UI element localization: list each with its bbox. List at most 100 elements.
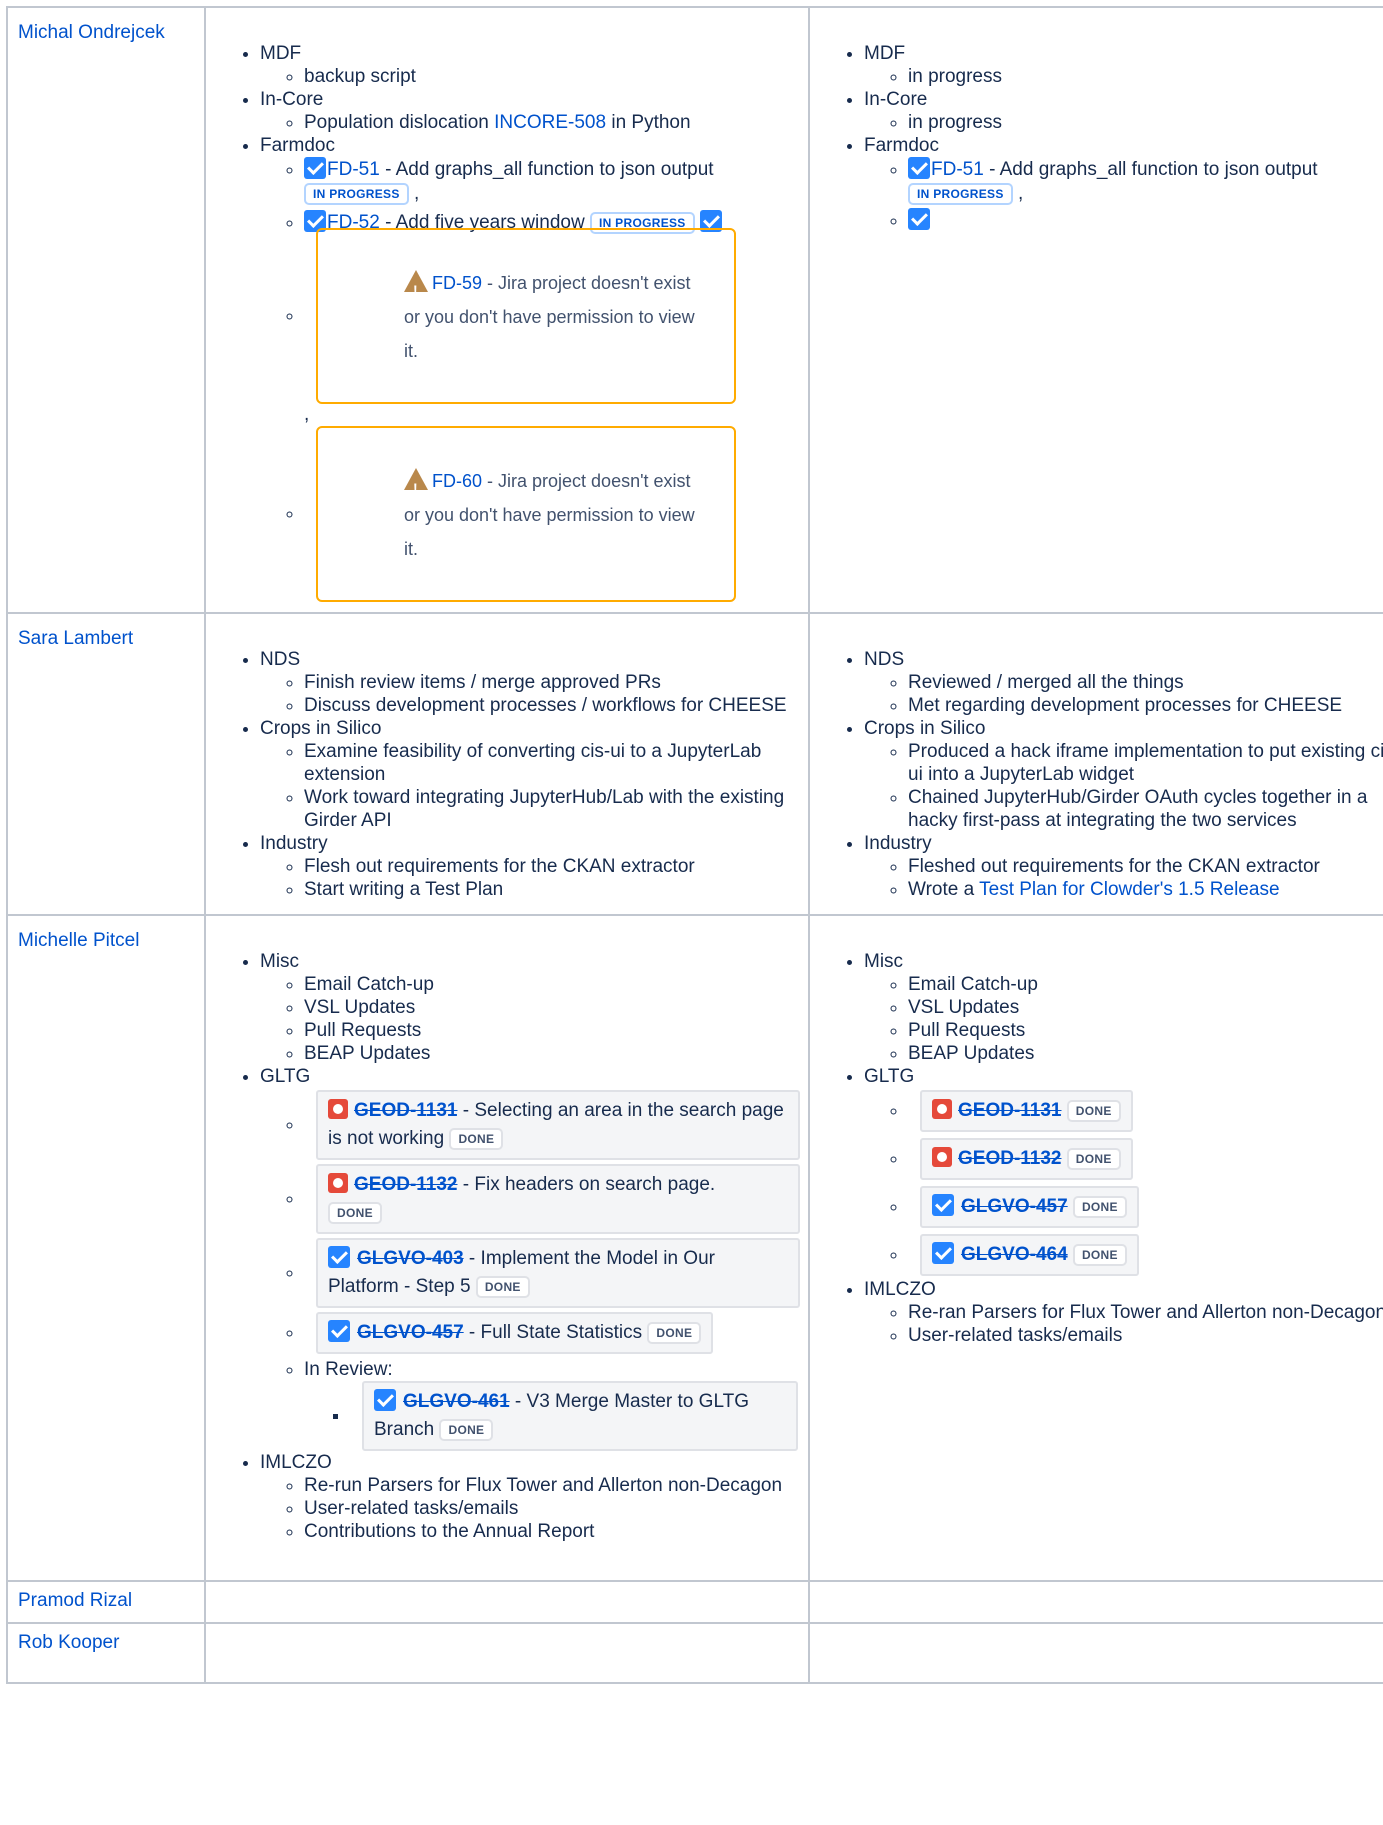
jira-link-glgvo-403[interactable]: GLGVO-403: [357, 1248, 464, 1269]
task-icon: [932, 1242, 954, 1264]
table-row: Rob Kooper: [6, 1622, 1383, 1684]
planned-cell: [204, 1622, 810, 1684]
jira-issue-card: GEOD-1132 - Fix headers on search page. …: [316, 1164, 800, 1234]
list-item: Farmdoc FD-51 - Add graphs_all function …: [260, 134, 808, 602]
list-item: Industry Fleshed out requirements for th…: [864, 832, 1383, 901]
jira-link-fd-59[interactable]: FD-59: [432, 273, 482, 293]
jira-link-geod-1132[interactable]: GEOD-1132: [958, 1148, 1062, 1169]
list-item: FD-59 - Jira project doesn't exist or yo…: [304, 228, 808, 404]
list-item: Pull Requests: [908, 1019, 1383, 1042]
jira-link-geod-1131[interactable]: GEOD-1131: [958, 1100, 1062, 1121]
table-row: Michelle Pitcel Misc Email Catch-up VSL …: [6, 914, 1383, 1582]
jira-link-glgvo-457[interactable]: GLGVO-457: [357, 1322, 464, 1343]
planned-cell: NDS Finish review items / merge approved…: [204, 612, 810, 916]
planned-cell: [204, 1580, 810, 1624]
list-item: Re-run Parsers for Flux Tower and Allert…: [304, 1474, 808, 1497]
status-badge: DONE: [475, 1276, 530, 1298]
jira-error-box: FD-59 - Jira project doesn't exist or yo…: [316, 228, 736, 404]
task-icon: [908, 208, 930, 230]
status-badge: DONE: [647, 1322, 702, 1344]
warning-icon: [404, 468, 428, 505]
list-item: MDF backup script: [260, 42, 808, 88]
jira-link-geod-1131[interactable]: GEOD-1131: [354, 1100, 458, 1121]
list-item: Population dislocation INCORE-508 in Pyt…: [304, 111, 808, 134]
list-item: Crops in Silico Examine feasibility of c…: [260, 717, 808, 832]
list-item: Email Catch-up: [304, 973, 808, 996]
user-link[interactable]: Michal Ondrejcek: [18, 22, 165, 43]
jira-issue-card: GEOD-1132 DONE: [920, 1138, 1133, 1180]
user-link[interactable]: Rob Kooper: [18, 1632, 119, 1653]
name-cell: Pramod Rizal: [6, 1580, 206, 1624]
jira-link-fd-60[interactable]: FD-60: [432, 471, 482, 491]
list-item: GEOD-1131 DONE: [908, 1090, 1383, 1132]
task-icon: [328, 1320, 350, 1342]
list-item: NDS Reviewed / merged all the things Met…: [864, 648, 1383, 717]
list-item: GLGVO-457 DONE: [908, 1186, 1383, 1228]
list-item: Pull Requests: [304, 1019, 808, 1042]
jira-link-glgvo-464[interactable]: GLGVO-464: [961, 1244, 1068, 1265]
status-table: Michal Ondrejcek MDF backup script In-Co…: [6, 6, 1383, 1684]
list-item: BEAP Updates: [908, 1042, 1383, 1065]
jira-link-fd-51[interactable]: FD-51: [327, 159, 380, 180]
list-item: GLGVO-457 - Full State Statistics DONE: [304, 1312, 808, 1354]
list-item: Work toward integrating JupyterHub/Lab w…: [304, 786, 808, 832]
planned-cell: MDF backup script In-Core Population dis…: [204, 6, 810, 614]
user-link[interactable]: Pramod Rizal: [18, 1590, 132, 1611]
done-cell: Misc Email Catch-up VSL Updates Pull Req…: [808, 914, 1383, 1582]
task-icon: [374, 1389, 396, 1411]
list-item: [908, 208, 1383, 232]
jira-link-glgvo-461[interactable]: GLGVO-461: [403, 1391, 510, 1412]
task-icon: [304, 157, 326, 179]
name-cell: Sara Lambert: [6, 612, 206, 916]
user-link[interactable]: Michelle Pitcel: [18, 930, 139, 951]
status-badge: IN PROGRESS: [304, 183, 409, 205]
list-item: Contributions to the Annual Report: [304, 1520, 808, 1543]
list-item: Examine feasibility of converting cis-ui…: [304, 740, 808, 786]
name-cell: Michal Ondrejcek: [6, 6, 206, 614]
jira-link-geod-1132[interactable]: GEOD-1132: [354, 1174, 458, 1195]
list-item: Met regarding development processes for …: [908, 694, 1383, 717]
done-cell: NDS Reviewed / merged all the things Met…: [808, 612, 1383, 916]
list-item: In Review: GLGVO-461 - V3 Merge Master t…: [304, 1358, 808, 1451]
warning-icon: [404, 270, 428, 307]
list-item: GLGVO-461 - V3 Merge Master to GLTG Bran…: [350, 1381, 808, 1451]
name-cell: Michelle Pitcel: [6, 914, 206, 1582]
list-item: Start writing a Test Plan: [304, 878, 808, 901]
done-cell: [808, 1622, 1383, 1684]
list-item: NDS Finish review items / merge approved…: [260, 648, 808, 717]
jira-issue-card: GLGVO-457 - Full State Statistics DONE: [316, 1312, 714, 1354]
list-item: MDF in progress: [864, 42, 1383, 88]
planned-cell: Misc Email Catch-up VSL Updates Pull Req…: [204, 914, 810, 1582]
list-item: Misc Email Catch-up VSL Updates Pull Req…: [864, 950, 1383, 1065]
jira-issue-card: GLGVO-403 - Implement the Model in Our P…: [316, 1238, 800, 1308]
jira-link-glgvo-457[interactable]: GLGVO-457: [961, 1196, 1068, 1217]
list-item: Industry Flesh out requirements for the …: [260, 832, 808, 901]
status-badge: DONE: [1066, 1148, 1121, 1170]
jira-link-fd-51[interactable]: FD-51: [931, 159, 984, 180]
jira-issue-card: GLGVO-457 DONE: [920, 1186, 1139, 1228]
list-item: In-Core in progress: [864, 88, 1383, 134]
test-plan-link[interactable]: Test Plan for Clowder's 1.5 Release: [979, 879, 1279, 900]
list-item: VSL Updates: [908, 996, 1383, 1019]
list-item: FD-51 - Add graphs_all function to json …: [304, 157, 808, 206]
status-badge: IN PROGRESS: [908, 183, 1013, 205]
list-item: Reviewed / merged all the things: [908, 671, 1383, 694]
status-badge: DONE: [328, 1202, 382, 1224]
list-item: User-related tasks/emails: [304, 1497, 808, 1520]
list-item: in progress: [908, 111, 1383, 134]
list-item: BEAP Updates: [304, 1042, 808, 1065]
bug-icon: [328, 1173, 348, 1193]
list-item: Discuss development processes / workflow…: [304, 694, 808, 717]
table-row: Pramod Rizal: [6, 1580, 1383, 1624]
list-item: Re-ran Parsers for Flux Tower and Allert…: [908, 1301, 1383, 1324]
list-item: GEOD-1132 DONE: [908, 1138, 1383, 1180]
jira-issue-card: GEOD-1131 DONE: [920, 1090, 1133, 1132]
list-item: Flesh out requirements for the CKAN extr…: [304, 855, 808, 878]
list-item: IMLCZO Re-run Parsers for Flux Tower and…: [260, 1451, 808, 1543]
jira-link-incore-508[interactable]: INCORE-508: [494, 112, 606, 133]
bug-icon: [932, 1099, 952, 1119]
jira-error-box: FD-60 - Jira project doesn't exist or yo…: [316, 426, 736, 602]
user-link[interactable]: Sara Lambert: [18, 628, 133, 649]
list-item: Wrote a Test Plan for Clowder's 1.5 Rele…: [908, 878, 1383, 901]
list-item: Finish review items / merge approved PRs: [304, 671, 808, 694]
